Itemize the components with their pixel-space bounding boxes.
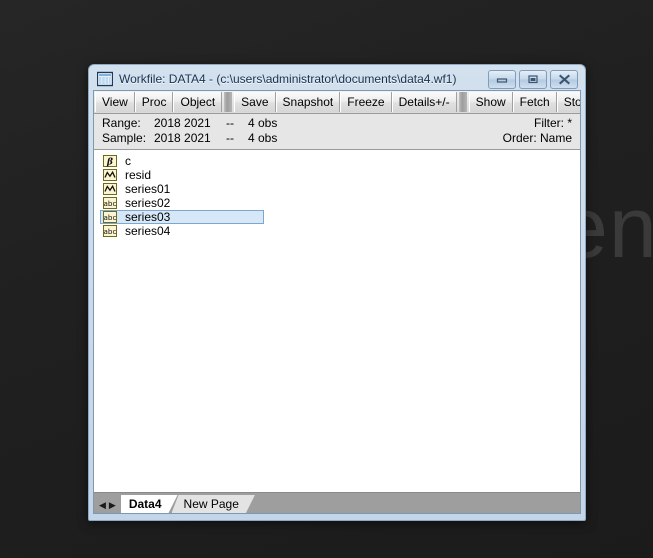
toolbar-button-details[interactable]: Details+/- [391,92,457,112]
order-value[interactable]: Order: Name [503,131,572,146]
toolbar-button-object[interactable]: Object [173,92,223,112]
toolbar-button-proc[interactable]: Proc [134,92,174,112]
object-name: c [125,154,131,168]
object-name: resid [125,168,152,182]
workfile-page-tabs: ◀ ▶ Data4 New Page [94,492,580,513]
series-line-icon [103,183,117,195]
workfile-object-list[interactable]: β c resid series01 abc series02 abc seri… [94,150,580,492]
coefficient-beta-icon: β [103,155,117,167]
range-dates: 2018 2021 [154,116,211,130]
restore-button[interactable] [519,69,547,89]
object-row-series01[interactable]: series01 [100,182,264,196]
window-titlebar[interactable]: Workfile: DATA4 - (c:\users\administrato… [93,68,581,90]
close-button[interactable] [550,69,578,89]
toolbar-button-snapshot[interactable]: Snapshot [275,92,341,112]
tab-data4[interactable]: Data4 [121,495,178,513]
object-row-c[interactable]: β c [100,154,264,168]
filter-value[interactable]: Filter: * [534,116,572,131]
alpha-series-abc-icon: abc [103,197,117,209]
toolbar-button-show[interactable]: Show [468,92,513,112]
object-row-series04[interactable]: abc series04 [100,224,264,238]
desktop-background: ens Workfile: DATA4 - (c:\users\administ… [0,0,653,558]
workfile-toolbar: View Proc Object Save Snapshot Freeze De… [94,91,580,114]
close-icon [558,74,570,84]
window-caption-buttons [488,69,579,89]
toolbar-separator-2 [458,92,467,112]
window-title-text: Workfile: DATA4 - (c:\users\administrato… [119,72,457,86]
range-row: Range: 2018 2021 -- 4 obs Filter: * [102,116,572,131]
svg-text:abc: abc [104,227,117,236]
minimize-button[interactable] [488,69,516,89]
sample-label: Sample: [102,131,147,145]
workfile-grid-icon [97,71,113,87]
object-row-series03[interactable]: abc series03 [100,210,264,224]
sample-dates: 2018 2021 [154,131,211,145]
tab-prev-arrow-icon[interactable]: ◀ [99,501,106,510]
range-dash: -- [226,116,234,130]
sample-obs: 4 obs [248,131,278,145]
toolbar-button-fetch[interactable]: Fetch [512,92,557,112]
object-name: series01 [125,182,171,196]
workfile-window: Workfile: DATA4 - (c:\users\administrato… [88,64,586,521]
sample-row: Sample: 2018 2021 -- 4 obs Order: Name [102,131,572,146]
alpha-series-abc-icon: abc [103,225,117,237]
svg-text:abc: abc [104,213,117,222]
alpha-series-abc-icon: abc [103,211,117,223]
toolbar-button-save[interactable]: Save [234,92,276,112]
tab-next-arrow-icon[interactable]: ▶ [109,501,116,510]
svg-text:abc: abc [104,199,117,208]
series-line-icon [103,169,117,181]
object-name: series04 [125,224,171,238]
range-label: Range: [102,116,141,130]
sample-dash: -- [226,131,234,145]
object-name: series02 [125,196,171,210]
toolbar-separator-1 [224,92,233,112]
tab-new-page[interactable]: New Page [172,495,255,513]
restore-icon [528,75,538,84]
tab-scroll-controls: ◀ ▶ [96,501,121,513]
toolbar-button-store[interactable]: Store [556,92,580,112]
range-obs: 4 obs [248,116,278,130]
workfile-info-bar: Range: 2018 2021 -- 4 obs Filter: * Samp… [94,114,580,150]
svg-text:β: β [106,157,113,167]
object-row-series02[interactable]: abc series02 [100,196,264,210]
object-row-resid[interactable]: resid [100,168,264,182]
toolbar-button-view[interactable]: View [95,92,135,112]
object-name: series03 [125,210,171,224]
minimize-icon [496,78,508,83]
window-client-area: View Proc Object Save Snapshot Freeze De… [93,90,581,514]
toolbar-button-freeze[interactable]: Freeze [340,92,392,112]
